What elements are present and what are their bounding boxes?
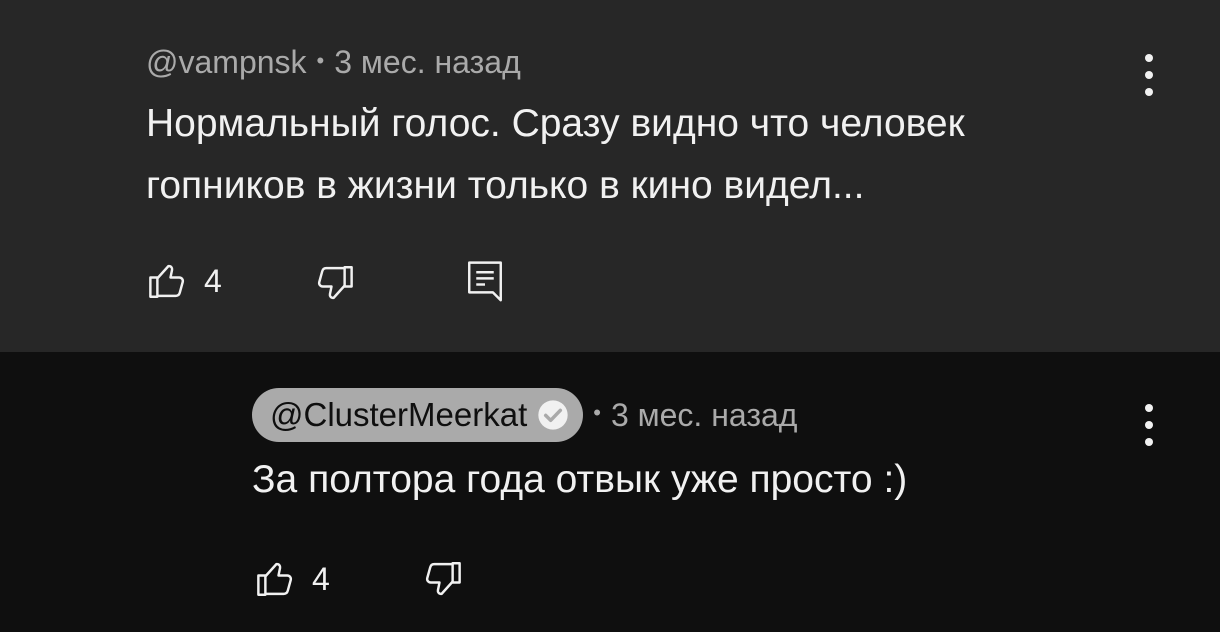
parent-comment: @vampnsk • 3 мес. назад Нормальный голос… [0,0,1220,352]
reply-comment: @ClusterMeerkat • 3 мес. назад За полтор… [0,352,1220,632]
like-icon [149,264,185,298]
more-vert-icon[interactable] [1134,50,1164,100]
separator-dot: • [316,47,325,73]
dislike-button[interactable] [314,262,356,304]
author-name[interactable]: @vampnsk [146,44,307,81]
more-vert-icon[interactable] [1134,400,1164,450]
dislike-button[interactable] [422,558,464,600]
comment-text-line-2: гопников в жизни только в кино видел... [146,164,865,207]
like-button[interactable]: 4 [146,260,222,302]
reply-comment-icon [468,261,502,302]
like-button[interactable]: 4 [254,558,330,600]
like-icon [257,562,293,596]
like-count: 4 [312,560,330,597]
comments-thread: @vampnsk • 3 мес. назад Нормальный голос… [0,0,1220,632]
author-name: @ClusterMeerkat [270,396,528,433]
verified-check-icon [538,400,568,430]
author-chip[interactable]: @ClusterMeerkat [252,388,584,442]
separator-dot: • [593,400,601,425]
comment-header: @ClusterMeerkat • 3 мес. назад [252,388,797,442]
comment-text: За полтора года отвык уже просто :) [252,458,908,501]
dislike-icon [425,562,461,596]
dislike-icon [317,266,353,300]
comment-time: 3 мес. назад [334,44,521,80]
reply-button[interactable] [464,258,506,304]
like-count: 4 [204,262,222,299]
comment-text-line-1: Нормальный голос. Сразу видно что челове… [146,102,965,145]
comment-header: @vampnsk • 3 мес. назад [146,44,521,81]
comment-time: 3 мес. назад [610,396,798,433]
